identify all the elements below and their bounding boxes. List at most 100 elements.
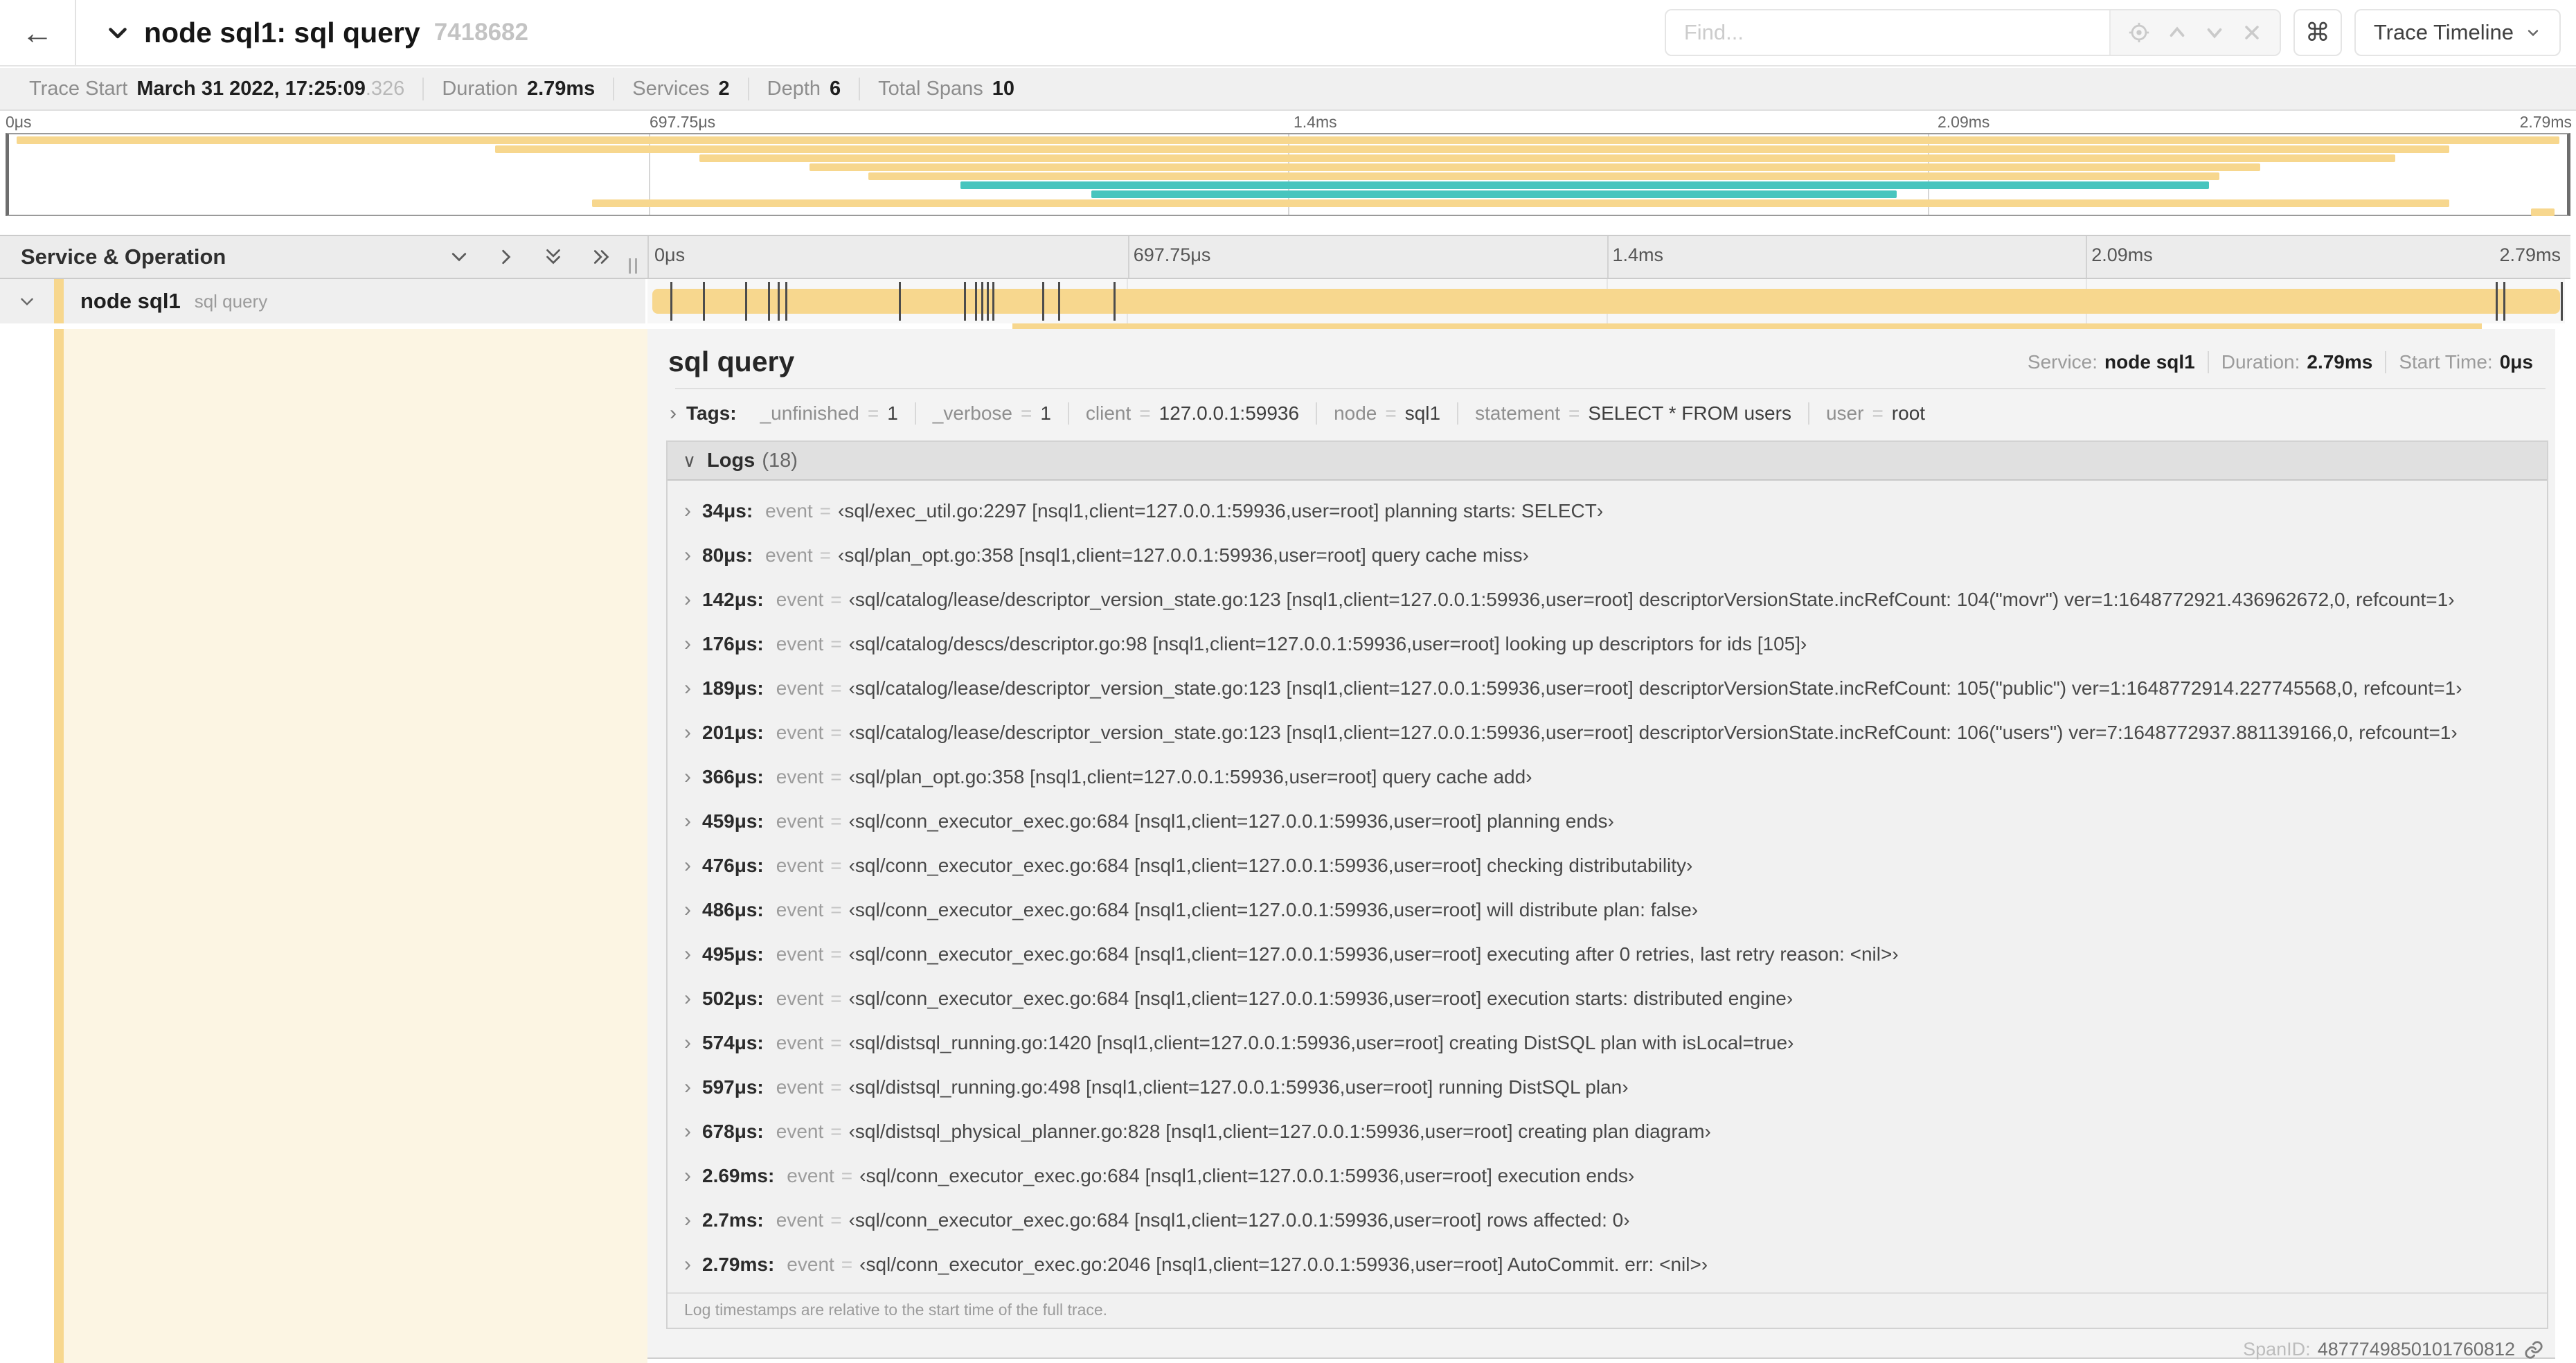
log-entry-row[interactable]: › 366μs: event = ‹sql/plan_opt.go:358 [nsql1…: [668, 755, 2547, 799]
log-expand-chevron[interactable]: ›: [684, 898, 691, 922]
log-expand-chevron[interactable]: ›: [684, 677, 691, 700]
back-button[interactable]: ←: [0, 0, 76, 65]
minimap-span-row: [9, 172, 2567, 180]
find-clear-icon[interactable]: [2241, 21, 2263, 44]
log-field-value: ‹sql/conn_executor_exec.go:684 [nsql1,cl…: [848, 899, 1699, 920]
log-entry-row[interactable]: › 80μs: event = ‹sql/plan_opt.go:358 [nsql1,…: [668, 533, 2547, 578]
log-entry-row[interactable]: › 502μs: event = ‹sql/conn_executor_exec.go:…: [668, 977, 2547, 1021]
find-input[interactable]: [1665, 10, 2109, 55]
log-tick-mark: [2496, 282, 2498, 321]
minimap-viewport[interactable]: [6, 133, 2570, 216]
log-field-key: event: [776, 1032, 824, 1053]
log-timestamp: 495μs:: [702, 943, 764, 965]
detail-meta-item: Duration: 2.79ms: [2209, 350, 2387, 373]
log-expand-chevron[interactable]: ›: [684, 765, 691, 789]
log-timestamp: 2.79ms:: [702, 1254, 775, 1275]
deep-link-icon[interactable]: [2523, 1339, 2544, 1360]
log-expand-chevron[interactable]: ›: [684, 544, 691, 567]
expand-one-icon[interactable]: [496, 247, 517, 267]
log-timestamp: 476μs:: [702, 855, 764, 876]
log-timestamp: 366μs:: [702, 766, 764, 787]
detail-meta-label: Start Time:: [2399, 350, 2493, 373]
tag-item[interactable]: _unfinished = 1: [744, 402, 916, 425]
minimap-span-row: [9, 163, 2567, 171]
row-collapse-chevron[interactable]: [0, 292, 54, 310]
log-entry-row[interactable]: › 2.7ms: event = ‹sql/conn_executor_exec.go:…: [668, 1198, 2547, 1242]
log-tick-mark: [975, 282, 978, 321]
span-row[interactable]: node sql1 sql query: [0, 279, 2570, 323]
span-duration-bar[interactable]: [652, 289, 2561, 314]
log-expand-chevron[interactable]: ›: [684, 1076, 691, 1099]
back-arrow-icon: ←: [21, 15, 53, 51]
log-field-key: event: [776, 677, 824, 699]
log-timestamp: 201μs:: [702, 722, 764, 743]
tag-item[interactable]: _verbose = 1: [916, 402, 1069, 425]
log-entry-row[interactable]: › 476μs: event = ‹sql/conn_executor_exec.go:…: [668, 844, 2547, 888]
summary-item-value-wrap: 6: [830, 78, 841, 100]
summary-item-label: Duration: [442, 77, 518, 100]
tag-equals: =: [1020, 402, 1032, 424]
tag-value: root: [1891, 402, 1926, 424]
log-expand-chevron[interactable]: ›: [684, 1164, 691, 1188]
log-expand-chevron[interactable]: ›: [684, 1253, 691, 1276]
find-prev-icon[interactable]: [2165, 21, 2189, 44]
log-entry-row[interactable]: › 2.69ms: event = ‹sql/conn_executor_exec.go…: [668, 1154, 2547, 1198]
focus-target-icon[interactable]: [2127, 21, 2151, 44]
log-expand-chevron[interactable]: ›: [684, 588, 691, 612]
log-expand-chevron[interactable]: ›: [684, 987, 691, 1010]
log-expand-chevron[interactable]: ›: [684, 943, 691, 966]
find-next-icon[interactable]: [2203, 21, 2226, 44]
log-entry-row[interactable]: › 142μs: event = ‹sql/catalog/lease/descript…: [668, 578, 2547, 622]
log-expand-chevron[interactable]: ›: [684, 810, 691, 833]
collapse-one-icon[interactable]: [449, 247, 469, 267]
log-entry-row[interactable]: › 34μs: event = ‹sql/exec_util.go:2297 [nsql…: [668, 489, 2547, 533]
log-field-key: event: [776, 855, 824, 876]
log-expand-chevron[interactable]: ›: [684, 499, 691, 523]
ruler-label: 0μs: [654, 244, 686, 265]
log-expand-chevron[interactable]: ›: [684, 721, 691, 745]
log-field-value: ‹sql/catalog/lease/descriptor_version_st…: [848, 589, 2455, 610]
tag-item[interactable]: statement = SELECT * FROM users: [1458, 402, 1809, 425]
column-resizer-grip[interactable]: [629, 258, 637, 274]
log-entry-row[interactable]: › 495μs: event = ‹sql/conn_executor_exec.go:…: [668, 932, 2547, 977]
log-entry-row[interactable]: › 176μs: event = ‹sql/catalog/descs/descript…: [668, 622, 2547, 666]
tags-row[interactable]: › Tags: _unfinished = 1 _verbose = 1 client = 12…: [647, 389, 2555, 435]
log-entry-row[interactable]: › 459μs: event = ‹sql/conn_executor_exec.go:…: [668, 799, 2547, 844]
log-entry-row[interactable]: › 678μs: event = ‹sql/distsql_physical_plann…: [668, 1110, 2547, 1154]
span-row-name-cell[interactable]: node sql1 sql query: [0, 279, 645, 323]
trace-view-selector[interactable]: Trace Timeline: [2354, 9, 2561, 56]
tags-expand-chevron[interactable]: ›: [670, 402, 677, 425]
summary-item-label: Depth: [767, 77, 821, 100]
logs-header[interactable]: ∨ Logs (18): [668, 442, 2547, 481]
log-entry-row[interactable]: › 201μs: event = ‹sql/catalog/lease/descript…: [668, 711, 2547, 755]
log-expand-chevron[interactable]: ›: [684, 1031, 691, 1055]
log-expand-chevron[interactable]: ›: [684, 1209, 691, 1232]
next-span-bar-partial: [1012, 323, 2482, 329]
log-equals: =: [830, 722, 842, 743]
log-timestamp: 459μs:: [702, 810, 764, 832]
log-tick-mark: [898, 282, 901, 321]
collapse-trace-chevron[interactable]: [105, 20, 130, 45]
log-expand-chevron[interactable]: ›: [684, 1120, 691, 1143]
log-entry-row[interactable]: › 574μs: event = ‹sql/distsql_running.go:142…: [668, 1021, 2547, 1065]
span-bar-cell[interactable]: [647, 279, 2565, 323]
trace-timeline-page: ← node sql1: sql query 7418682 Find... ⌘…: [0, 0, 2576, 1363]
detail-meta-value: 0μs: [2499, 350, 2533, 373]
span-detail-card: sql query Service: node sql1 Duration: 2.79…: [647, 329, 2555, 1360]
span-detail-meta: Service: node sql1 Duration: 2.79ms Start Ti…: [2015, 350, 2536, 373]
tag-item[interactable]: node = sql1: [1317, 402, 1459, 425]
keyboard-shortcuts-button[interactable]: ⌘: [2293, 9, 2342, 56]
log-expand-chevron[interactable]: ›: [684, 632, 691, 656]
expand-all-icon[interactable]: [590, 247, 614, 267]
log-entry-row[interactable]: › 486μs: event = ‹sql/conn_executor_exec.go:…: [668, 888, 2547, 932]
log-entry-row[interactable]: › 2.79ms: event = ‹sql/conn_executor_exec.go…: [668, 1242, 2547, 1287]
tag-item[interactable]: user = root: [1809, 402, 1942, 425]
log-entry-row[interactable]: › 597μs: event = ‹sql/distsql_running.go:498…: [668, 1065, 2547, 1110]
tag-item[interactable]: client = 127.0.0.1:59936: [1069, 402, 1318, 425]
detail-meta-label: Service:: [2027, 350, 2098, 373]
log-entry-row[interactable]: › 189μs: event = ‹sql/catalog/lease/descript…: [668, 666, 2547, 711]
collapse-all-icon[interactable]: [543, 245, 564, 269]
minimap-span-row: [9, 190, 2567, 198]
log-expand-chevron[interactable]: ›: [684, 854, 691, 878]
tag-value: sql1: [1404, 402, 1441, 424]
